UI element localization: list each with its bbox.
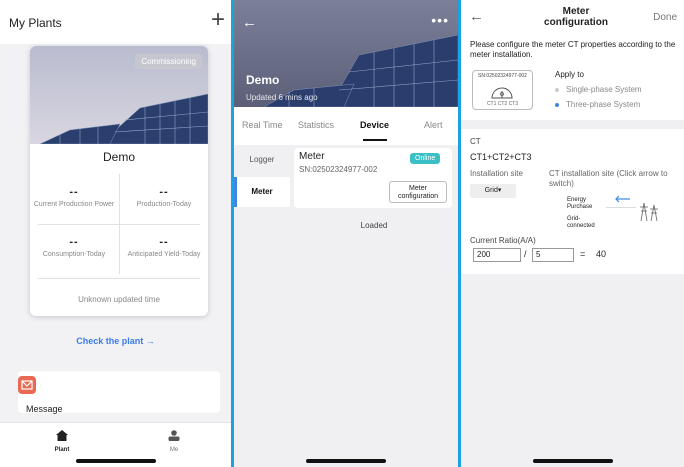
radio-unselected-icon [555,87,559,92]
ratio-result: 40 [596,249,607,259]
tab-real-time[interactable]: Real Time [242,120,283,130]
ratio-primary-input[interactable]: 200 [473,248,521,262]
back-arrow-icon[interactable]: ← [469,8,484,25]
direction-arrow-icon[interactable] [613,195,631,203]
stat-label: Current Production Power [33,201,115,208]
tab-statistics[interactable]: Statistics [298,120,334,130]
back-arrow-icon[interactable]: ← [242,14,257,31]
option-three-phase[interactable]: Three-phase System [555,100,640,109]
stat-label: Production-Today [136,201,192,208]
ratio-secondary-input[interactable]: 5 [532,248,574,262]
page-title: Meter configuration [544,6,608,28]
instruction-text: Please configure the meter CT properties… [470,40,676,59]
envelope-icon [18,376,36,394]
stat-label: Anticipated Yield-Today [127,251,201,258]
installation-site-label: Installation site [470,169,523,178]
current-ratio-label: Current Ratio(A/A) [470,236,536,245]
updated-time: Updated 6 mins ago [246,93,318,102]
radio-selected-icon [555,102,559,107]
meter-serial: SN:02502324977-002 [478,73,527,79]
active-tab-underline [363,139,387,141]
installation-site-select[interactable]: Grid▾ [470,184,516,198]
stat-current-power: -- Current Production Power [30,186,118,209]
stat-label: Consumption-Today [42,251,106,258]
stat-consumption-today: -- Consumption-Today [30,236,118,259]
stat-value: -- [69,186,79,198]
stat-value: -- [159,236,169,248]
plant-hero-image [234,0,458,107]
divider [606,207,636,208]
plant-name: Demo [246,73,280,87]
plant-card[interactable]: Commissioning Demo -- Current Production… [30,46,208,316]
plants-header: My Plants + [0,0,231,44]
home-indicator [306,459,386,463]
option-label: Single-phase System [566,85,642,94]
tab-plant[interactable]: Plant [37,428,87,453]
tab-alert[interactable]: Alert [424,120,443,130]
status-badge: Online [410,153,441,164]
meter-configuration-button[interactable]: Meter configuration [389,181,447,203]
message-label: Message [26,404,63,414]
grid-connected-label: Grid-connected [567,216,595,229]
meter-ct-labels: CT1 CT2 CT3 [486,101,519,107]
home-icon [56,430,68,441]
bottom-area [461,274,684,467]
stat-anticipated-yield: -- Anticipated Yield-Today [120,236,208,259]
meter-configuration-screen: ← Meter configuration Done Please config… [461,0,684,467]
divider [38,278,200,279]
sidebar-active-indicator [234,177,237,207]
plants-screen: My Plants + Commissioning Demo -- Curren… [0,0,231,467]
stat-value: -- [159,186,169,198]
apply-to-label: Apply to [555,70,584,79]
stat-production-today: -- Production-Today [120,186,208,209]
ct-heading: CT [470,137,481,146]
status-badge: Commissioning [135,54,202,69]
power-tower-icon [640,202,658,222]
energy-purchase-label: Energy Purchase [567,197,593,210]
updated-time: Unknown updated time [78,295,160,304]
divider [38,224,200,225]
sidebar-item-meter[interactable]: Meter [234,177,290,207]
sidebar-item-logger[interactable]: Logger [234,145,290,175]
loaded-text: Loaded [360,221,388,230]
page-title: My Plants [9,16,62,30]
home-indicator [532,459,613,463]
equals-sign: = [580,249,586,259]
option-label: Three-phase System [566,100,641,109]
home-indicator [75,459,156,463]
tab-label: Plant [54,447,70,453]
tab-device[interactable]: Device [360,120,389,130]
person-icon [168,430,180,441]
stat-value: -- [69,236,79,248]
meter-serial: SN:02502324977-002 [299,165,378,174]
ct-name: CT1+CT2+CT3 [470,152,532,162]
plus-icon[interactable]: + [211,8,225,32]
option-single-phase[interactable]: Single-phase System [555,85,642,94]
ct-installation-site-label: CT installation site (Click arrow to swi… [549,169,668,188]
plant-name: Demo [102,150,135,164]
meter-title: Meter [299,151,325,162]
check-plant-link[interactable]: Check the plant → [0,336,231,346]
done-button[interactable]: Done [653,12,677,23]
ratio-separator: / [524,249,527,259]
device-screen: ← ••• Demo Updated 6 mins ago Real Time … [234,0,458,467]
tab-me[interactable]: Me [149,428,199,453]
more-icon[interactable]: ••• [431,12,449,28]
tab-label: Me [169,447,179,453]
